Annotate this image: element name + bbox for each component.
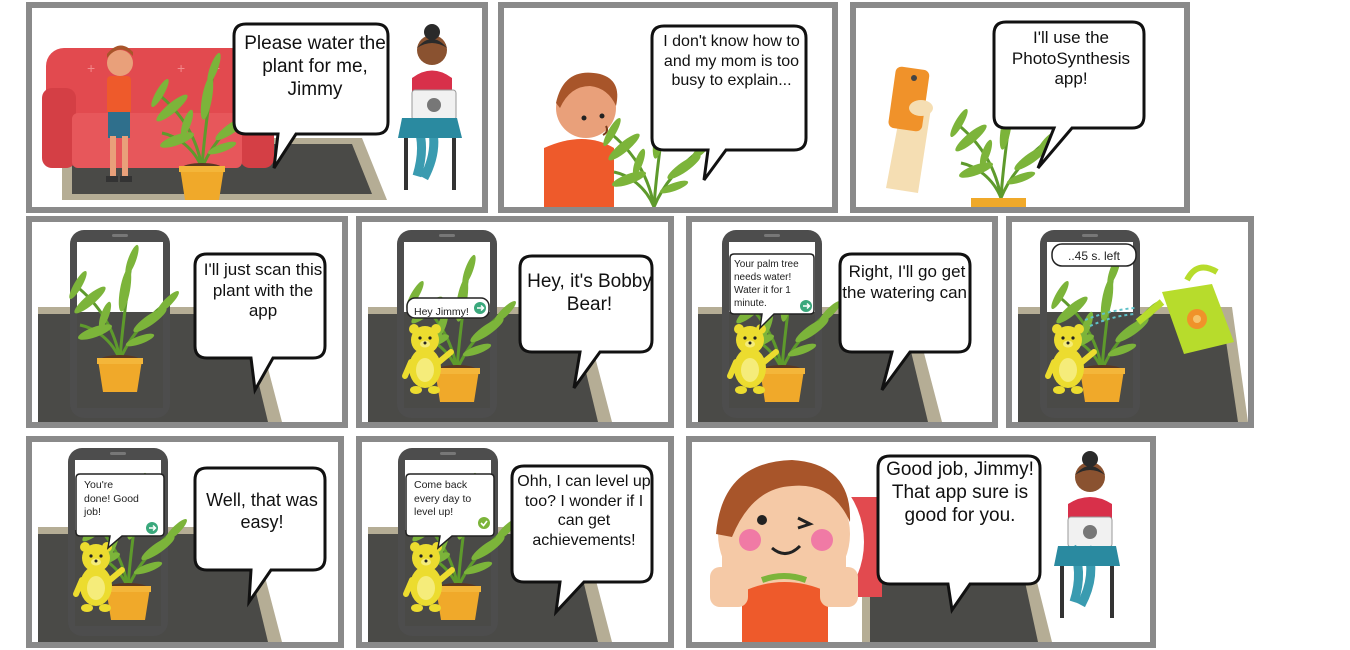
hand-with-phone <box>886 66 933 193</box>
speech-bubble: Ohh, I can level up too? I wonder if I c… <box>510 464 654 617</box>
svg-text:+: + <box>87 60 95 76</box>
speech-bubble: I'll use the PhotoSynthesis app! <box>992 20 1146 169</box>
speech-bubble: Well, that was easy! <box>193 466 327 608</box>
svg-text:+: + <box>177 60 185 76</box>
speech-bubble: I don't know how to and my mom is too bu… <box>650 24 809 181</box>
phone-message: You're done! Good job! <box>84 479 139 519</box>
speech-bubble: Please water the plant for me, Jimmy <box>232 22 394 169</box>
comic-panel-7: ..45 s. left <box>1006 216 1254 428</box>
comic-panel-10: Good job, Jimmy! That app sure is good f… <box>686 436 1156 648</box>
comic-panel-5: Hey Jimmy! Hey, it's Bobby Bear! <box>356 216 674 428</box>
speech-bubble: Good job, Jimmy! That app sure is good f… <box>876 454 1042 614</box>
comic-panel-9: Come back every day to level up! Ohh, I … <box>356 436 674 648</box>
speech-bubble: Right, I'll go get the watering can. <box>838 252 972 391</box>
pot <box>179 163 225 200</box>
comic-panel-6: Your palm tree needs water! Water it for… <box>686 216 998 428</box>
comic-panel-4: I'll just scan this plant with the app <box>26 216 348 428</box>
speech-bubble: I'll just scan this plant with the app <box>193 252 329 395</box>
comic-panel-3: I'll use the PhotoSynthesis app! <box>850 2 1190 213</box>
comic-panel-2: I don't know how to and my mom is too bu… <box>498 2 838 213</box>
speech-bubble: Hey, it's Bobby Bear! <box>518 254 657 389</box>
jimmy-thumbs-up <box>692 456 864 642</box>
check-icon[interactable] <box>478 517 490 529</box>
phone-message: Come back every day to level up! <box>414 479 472 519</box>
timer-label: ..45 s. left <box>1067 249 1121 263</box>
comic-panel-1: + + + <box>26 2 488 213</box>
comic-panel-8: You're done! Good job! Well, that was ea… <box>26 436 344 648</box>
phone-message: Your palm tree needs water! Water it for… <box>734 259 799 309</box>
phone-message: Hey Jimmy! <box>414 306 469 318</box>
phone <box>65 230 183 418</box>
